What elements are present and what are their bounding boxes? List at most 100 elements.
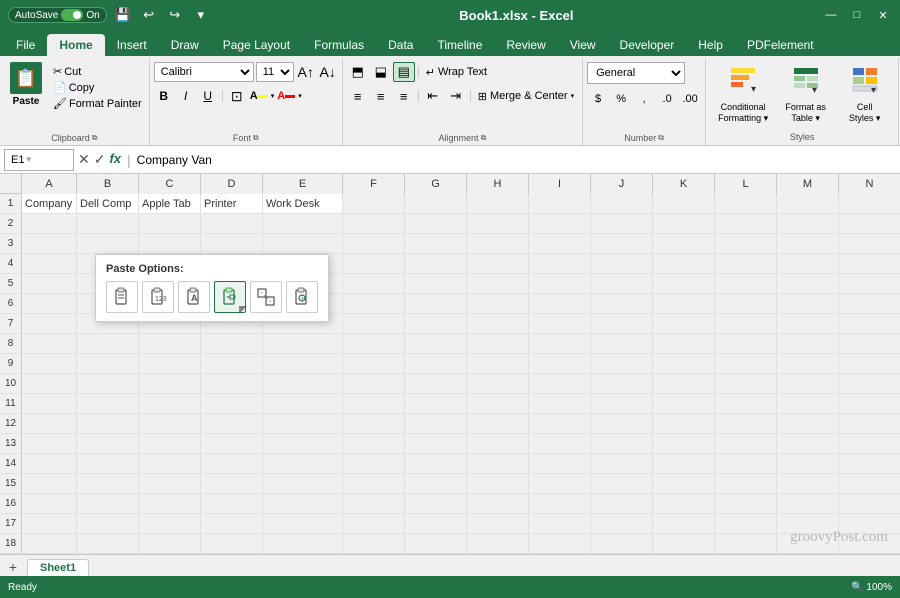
list-item[interactable] [467, 294, 529, 313]
merge-dropdown-arrow[interactable]: ▾ [571, 92, 575, 100]
list-item[interactable] [405, 414, 467, 433]
cut-button[interactable]: ✂ Cut [50, 64, 145, 79]
list-item[interactable] [839, 274, 900, 293]
list-item[interactable] [715, 254, 777, 273]
list-item[interactable] [77, 214, 139, 233]
name-box[interactable]: E1 ▾ [4, 149, 74, 171]
list-item[interactable] [77, 354, 139, 373]
list-item[interactable] [591, 414, 653, 433]
list-item[interactable] [653, 474, 715, 493]
col-header-d[interactable]: D [201, 174, 263, 194]
cancel-formula-btn[interactable]: ✕ [78, 151, 90, 168]
clipboard-group-label[interactable]: Clipboard ⧉ [51, 133, 97, 143]
list-item[interactable] [839, 414, 900, 433]
list-item[interactable] [405, 474, 467, 493]
row-number-13[interactable]: 13 [0, 434, 22, 453]
list-item[interactable] [22, 454, 77, 473]
list-item[interactable] [839, 254, 900, 273]
list-item[interactable] [343, 434, 405, 453]
list-item[interactable] [653, 194, 715, 213]
list-item[interactable]: Dell Comp [77, 194, 139, 213]
decrease-indent-btn[interactable]: ⇤ [422, 86, 444, 106]
list-item[interactable] [139, 534, 201, 553]
list-item[interactable] [139, 214, 201, 233]
paste-opt-btn-6[interactable]: + [286, 281, 318, 313]
list-item[interactable] [139, 454, 201, 473]
italic-button[interactable]: I [176, 86, 196, 106]
list-item[interactable] [467, 274, 529, 293]
list-item[interactable] [715, 234, 777, 253]
list-item[interactable] [467, 254, 529, 273]
tab-draw[interactable]: Draw [159, 34, 211, 56]
list-item[interactable] [77, 494, 139, 513]
font-color-dropdown[interactable]: ▾ [298, 92, 302, 100]
list-item[interactable] [201, 494, 263, 513]
list-item[interactable] [591, 374, 653, 393]
list-item[interactable] [529, 294, 591, 313]
list-item[interactable] [139, 234, 201, 253]
increase-font-btn[interactable]: A↑ [296, 62, 316, 82]
list-item[interactable] [405, 214, 467, 233]
list-item[interactable] [529, 434, 591, 453]
paste-opt-btn-5[interactable] [250, 281, 282, 313]
list-item[interactable] [22, 494, 77, 513]
row-number-11[interactable]: 11 [0, 394, 22, 413]
col-header-e[interactable]: E [263, 174, 343, 194]
maximize-button[interactable]: □ [848, 6, 866, 24]
list-item[interactable] [715, 534, 777, 553]
list-item[interactable] [591, 294, 653, 313]
list-item[interactable] [22, 414, 77, 433]
row-number-4[interactable]: 4 [0, 254, 22, 273]
list-item[interactable] [591, 234, 653, 253]
confirm-formula-btn[interactable]: ✓ [94, 151, 106, 168]
list-item[interactable] [529, 234, 591, 253]
list-item[interactable] [343, 254, 405, 273]
row-number-15[interactable]: 15 [0, 474, 22, 493]
list-item[interactable]: Company [22, 194, 77, 213]
col-header-n[interactable]: N [839, 174, 900, 194]
col-header-i[interactable]: I [529, 174, 591, 194]
list-item[interactable] [715, 394, 777, 413]
list-item[interactable] [715, 454, 777, 473]
list-item[interactable] [343, 534, 405, 553]
list-item[interactable] [529, 194, 591, 213]
list-item[interactable] [529, 454, 591, 473]
list-item[interactable] [715, 374, 777, 393]
font-family-select[interactable]: Calibri [154, 62, 254, 82]
list-item[interactable] [653, 254, 715, 273]
paste-button[interactable]: 📋 Paste [4, 60, 48, 109]
list-item[interactable] [201, 354, 263, 373]
list-item[interactable] [591, 214, 653, 233]
list-item[interactable] [22, 314, 77, 333]
list-item[interactable] [715, 354, 777, 373]
col-header-h[interactable]: H [467, 174, 529, 194]
list-item[interactable] [777, 494, 839, 513]
increase-decimal-btn[interactable]: .00 [679, 89, 701, 109]
list-item[interactable] [529, 494, 591, 513]
list-item[interactable] [653, 274, 715, 293]
row-number-16[interactable]: 16 [0, 494, 22, 513]
list-item[interactable] [529, 414, 591, 433]
list-item[interactable] [777, 254, 839, 273]
list-item[interactable] [653, 414, 715, 433]
bold-button[interactable]: B [154, 86, 174, 106]
list-item[interactable] [139, 374, 201, 393]
list-item[interactable] [529, 354, 591, 373]
list-item[interactable] [653, 434, 715, 453]
list-item[interactable] [591, 194, 653, 213]
col-header-m[interactable]: M [777, 174, 839, 194]
list-item[interactable] [591, 474, 653, 493]
format-as-table-button[interactable]: ▾ Format asTable ▾ [778, 62, 833, 128]
list-item[interactable] [467, 414, 529, 433]
list-item[interactable] [529, 394, 591, 413]
list-item[interactable] [653, 494, 715, 513]
alignment-group-label[interactable]: Alignment ⧉ [439, 133, 487, 143]
list-item[interactable] [343, 354, 405, 373]
list-item[interactable]: Work Desk [263, 194, 343, 213]
row-number-7[interactable]: 7 [0, 314, 22, 333]
align-center-btn[interactable]: ≡ [370, 86, 392, 106]
list-item[interactable] [263, 434, 343, 453]
list-item[interactable] [777, 354, 839, 373]
list-item[interactable] [777, 234, 839, 253]
list-item[interactable] [77, 414, 139, 433]
